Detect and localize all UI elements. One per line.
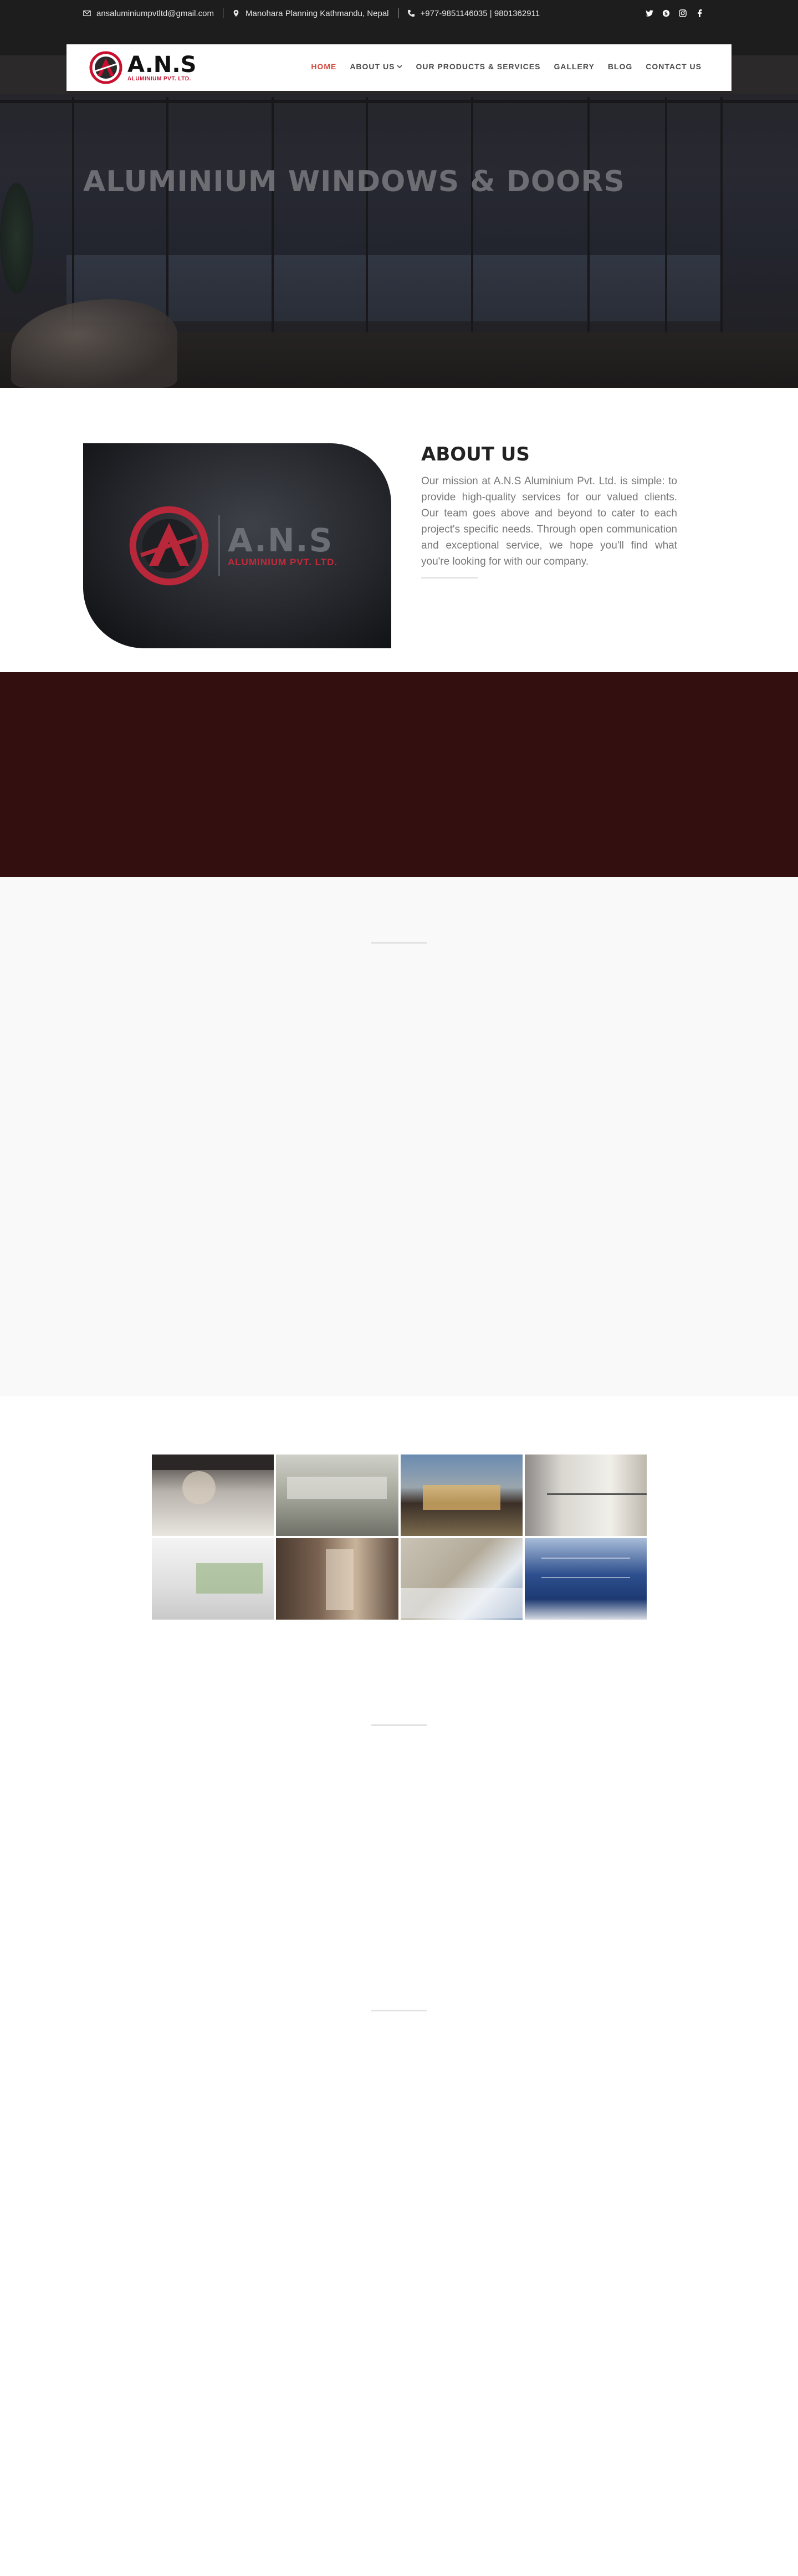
hero-banner: ALUMINIUM WINDOWS & DOORS [0, 55, 798, 388]
gallery-tile-glass-balcony-railing[interactable] [524, 1455, 647, 1536]
tile-decoration [541, 1558, 630, 1559]
instagram-icon[interactable] [678, 9, 687, 18]
grey-section [0, 877, 798, 1396]
dark-red-section [0, 672, 798, 877]
main-navbar: A.N.S ALUMINIUM PVT. LTD. HOME ABOUT US … [66, 44, 732, 91]
logo-emblem-icon [129, 506, 209, 586]
tile-decoration [287, 1477, 387, 1499]
phone-contact[interactable]: +977-9851146035 | 9801362911 [407, 9, 540, 18]
gallery-tile-office-interior[interactable] [276, 1455, 398, 1536]
about-image-brand-sub: ALUMINIUM PVT. LTD. [228, 557, 338, 567]
about-divider [421, 577, 478, 578]
nav-contact-us[interactable]: CONTACT US [646, 62, 702, 71]
svg-text:S: S [664, 12, 668, 17]
email-contact[interactable]: ansaluminiumpvtltd@gmail.com [83, 9, 214, 18]
photo-gallery [152, 1455, 647, 1620]
about-image-logo: A.N.S ALUMINIUM PVT. LTD. [127, 504, 337, 587]
tile-decoration [196, 1563, 263, 1594]
phone-icon [407, 9, 415, 17]
facebook-icon[interactable] [695, 9, 704, 18]
site-logo[interactable]: A.N.S ALUMINIUM PVT. LTD. [89, 49, 205, 86]
about-image: A.N.S ALUMINIUM PVT. LTD. [83, 443, 391, 648]
tile-decoration [152, 1455, 274, 1470]
social-links: S [645, 9, 704, 18]
nav-about-us-label: ABOUT US [350, 62, 395, 71]
envelope-icon [83, 10, 91, 17]
top-bar-content: ansaluminiumpvtltd@gmail.com Manohara Pl… [83, 8, 704, 19]
address-contact: Manohara Planning Kathmandu, Nepal [232, 9, 389, 18]
main-nav: HOME ABOUT US OUR PRODUCTS & SERVICES GA… [311, 62, 702, 71]
gallery-tile-white-room-windows[interactable] [152, 1538, 274, 1620]
tile-decoration [400, 1588, 523, 1619]
section-divider [371, 942, 427, 944]
section-divider [371, 2010, 427, 2011]
chevron-down-icon [397, 65, 403, 69]
hero-title: ALUMINIUM WINDOWS & DOORS [83, 165, 625, 198]
tile-decoration [422, 1485, 500, 1510]
nav-home[interactable]: HOME [311, 62, 336, 71]
about-image-divider [218, 515, 220, 576]
logo-sub-text: ALUMINIUM PVT. LTD. [127, 75, 191, 82]
logo-main-text: A.N.S [127, 52, 197, 78]
about-image-brand: A.N.S ALUMINIUM PVT. LTD. [228, 524, 337, 568]
email-text: ansaluminiumpvtltd@gmail.com [96, 8, 214, 18]
gallery-tile-brick-wall-interior[interactable] [276, 1538, 398, 1620]
gallery-tile-aluminium-panel-facade[interactable] [400, 1538, 523, 1620]
nav-about-us[interactable]: ABOUT US [350, 62, 403, 71]
logo-text: A.N.S ALUMINIUM PVT. LTD. [127, 54, 196, 82]
section-divider [371, 1724, 427, 1726]
skype-icon[interactable]: S [662, 9, 671, 18]
tile-decoration [326, 1549, 354, 1610]
nav-blog[interactable]: BLOG [608, 62, 632, 71]
about-section: ABOUT US Our mission at A.N.S Aluminium … [421, 443, 677, 578]
map-marker-icon [233, 9, 239, 17]
address-text: Manohara Planning Kathmandu, Nepal [245, 8, 389, 18]
tile-decoration [546, 1493, 647, 1495]
nav-gallery[interactable]: GALLERY [554, 62, 594, 71]
about-body: Our mission at A.N.S Aluminium Pvt. Ltd.… [421, 475, 677, 567]
tile-decoration [541, 1577, 630, 1578]
phone-text: +977-9851146035 | 9801362911 [420, 8, 540, 18]
logo-emblem-icon [89, 51, 122, 84]
about-title: ABOUT US [421, 443, 530, 465]
hero-overlay [0, 55, 798, 388]
twitter-icon[interactable] [645, 9, 654, 18]
gallery-tile-modern-house-exterior[interactable] [400, 1455, 523, 1536]
gallery-tile-interior-living-room[interactable] [152, 1455, 274, 1536]
about-image-brand-main: A.N.S [228, 521, 334, 559]
tile-decoration [182, 1471, 216, 1504]
nav-products-services[interactable]: OUR PRODUCTS & SERVICES [416, 62, 540, 71]
gallery-tile-glass-building-facade[interactable] [524, 1538, 647, 1620]
